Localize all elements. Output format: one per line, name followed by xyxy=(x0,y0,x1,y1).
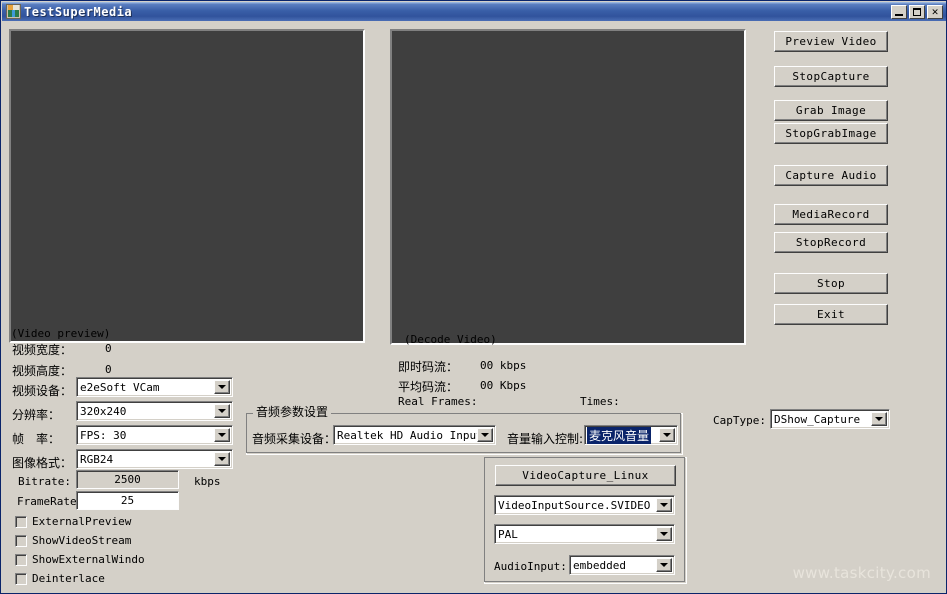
average-bitrate-label: 平均码流： xyxy=(398,380,459,394)
checkbox-box[interactable] xyxy=(15,553,27,566)
checkbox-show-video-stream[interactable]: ShowVideoStream xyxy=(15,534,131,547)
video-device-label: 视频设备： xyxy=(12,384,73,398)
audio-input-value: embedded xyxy=(573,558,626,572)
times-label: Times: xyxy=(580,395,620,408)
fps-value: FPS: 30 xyxy=(80,428,127,442)
captype-value: DShow_Capture xyxy=(774,412,861,426)
checkbox-box[interactable] xyxy=(15,515,27,528)
video-height-value: 0 xyxy=(105,363,112,376)
bitrate-unit-label: kbps xyxy=(194,475,221,488)
video-input-source-combo[interactable]: VideoInputSource.SVIDEO xyxy=(494,495,675,515)
bitrate-label: Bitrate: xyxy=(18,475,71,488)
real-frames-label: Real Frames: xyxy=(398,395,478,408)
audio-input-combo[interactable]: embedded xyxy=(569,555,675,575)
chevron-down-icon[interactable] xyxy=(656,498,672,512)
video-input-source-value: VideoInputSource.SVIDEO xyxy=(498,498,651,512)
checkbox-label: Deinterlace xyxy=(32,572,105,585)
checkbox-label: ShowVideoStream xyxy=(32,534,132,547)
media-record-button[interactable]: MediaRecord xyxy=(774,204,888,225)
image-format-label: 图像格式： xyxy=(12,456,73,470)
close-button[interactable]: ✕ xyxy=(927,4,943,19)
title-bar[interactable]: TestSuperMedia ✕ xyxy=(2,2,946,21)
checkbox-label: ShowExternalWindo xyxy=(32,553,145,566)
exit-button[interactable]: Exit xyxy=(774,304,888,325)
volume-input-combo[interactable]: 麦克风音量 xyxy=(584,425,678,445)
resolution-value: 320x240 xyxy=(80,404,127,418)
bitrate-value: 2500 xyxy=(114,473,141,486)
video-capture-linux-button[interactable]: VideoCapture_Linux xyxy=(495,465,676,486)
chevron-down-icon[interactable] xyxy=(477,428,493,442)
chevron-down-icon[interactable] xyxy=(214,404,230,418)
video-standard-value: PAL xyxy=(498,527,518,541)
image-format-value: RGB24 xyxy=(80,452,114,466)
capture-audio-button[interactable]: Capture Audio xyxy=(774,165,888,186)
minimize-button[interactable] xyxy=(891,4,907,19)
window-controls: ✕ xyxy=(891,4,945,19)
captype-label: CapType: xyxy=(713,414,766,427)
captype-combo[interactable]: DShow_Capture xyxy=(770,409,890,429)
video-preview-panel[interactable] xyxy=(9,29,365,343)
chevron-down-icon[interactable] xyxy=(656,558,672,572)
checkbox-deinterlace[interactable]: Deinterlace xyxy=(15,572,105,585)
fps-combo[interactable]: FPS: 30 xyxy=(76,425,233,445)
stop-record-button[interactable]: StopRecord xyxy=(774,232,888,253)
checkbox-box[interactable] xyxy=(15,534,27,547)
preview-video-button[interactable]: Preview Video xyxy=(774,31,888,52)
chevron-down-icon[interactable] xyxy=(214,428,230,442)
audio-input-label: AudioInput: xyxy=(494,560,567,573)
decode-video-panel[interactable] xyxy=(390,29,746,345)
audio-device-combo[interactable]: Realtek HD Audio Input xyxy=(333,425,496,445)
framerate-value: 25 xyxy=(120,494,135,507)
video-width-value: 0 xyxy=(105,342,112,355)
volume-input-value: 麦克风音量 xyxy=(587,426,652,444)
framerate-label: FrameRate xyxy=(17,495,77,508)
image-format-combo[interactable]: RGB24 xyxy=(76,449,233,469)
checkbox-box[interactable] xyxy=(15,572,27,585)
chevron-down-icon[interactable] xyxy=(214,452,230,466)
video-device-value: e2eSoft VCam xyxy=(80,380,160,394)
stop-button[interactable]: Stop xyxy=(774,273,888,294)
decode-video-caption: (Decode Video) xyxy=(404,333,497,346)
chevron-down-icon[interactable] xyxy=(871,412,887,426)
checkbox-show-external-window[interactable]: ShowExternalWindo xyxy=(15,553,145,566)
chevron-down-icon[interactable] xyxy=(214,380,230,394)
instant-bitrate-label: 即时码流： xyxy=(398,360,459,374)
app-icon xyxy=(6,4,21,19)
bitrate-input[interactable]: 2500 xyxy=(76,470,179,489)
framerate-input[interactable]: 25 xyxy=(76,491,179,510)
instant-bitrate-value: 00 kbps xyxy=(480,359,527,372)
checkbox-external-preview[interactable]: ExternalPreview xyxy=(15,515,131,528)
audio-device-value: Realtek HD Audio Input xyxy=(337,428,477,442)
stop-capture-button[interactable]: StopCapture xyxy=(774,66,888,87)
checkbox-label: ExternalPreview xyxy=(32,515,132,528)
maximize-button[interactable] xyxy=(909,4,925,19)
resolution-combo[interactable]: 320x240 xyxy=(76,401,233,421)
video-width-label: 视频宽度： xyxy=(12,343,73,357)
grab-image-button[interactable]: Grab Image xyxy=(774,100,888,121)
volume-input-label: 音量输入控制: xyxy=(507,432,584,446)
resolution-label: 分辨率： xyxy=(12,408,61,422)
average-bitrate-value: 00 Kbps xyxy=(480,379,527,392)
stop-grab-image-button[interactable]: StopGrabImage xyxy=(774,123,888,144)
video-device-combo[interactable]: e2eSoft VCam xyxy=(76,377,233,397)
fps-label: 帧 率： xyxy=(12,432,61,446)
client-area: (Video preview) (Decode Video) 视频宽度： 0 视… xyxy=(2,21,946,593)
video-standard-combo[interactable]: PAL xyxy=(494,524,675,544)
audio-group-legend: 音频参数设置 xyxy=(253,406,332,418)
chevron-down-icon[interactable] xyxy=(659,428,675,442)
audio-device-label: 音频采集设备： xyxy=(252,432,337,446)
chevron-down-icon[interactable] xyxy=(656,527,672,541)
application-window: TestSuperMedia ✕ (Video preview) (Decode… xyxy=(0,0,947,594)
video-height-label: 视频高度： xyxy=(12,364,73,378)
video-preview-caption: (Video preview) xyxy=(11,327,111,340)
window-title: TestSuperMedia xyxy=(24,4,133,19)
watermark: www.taskcity.com xyxy=(792,564,931,582)
close-icon: ✕ xyxy=(931,4,939,18)
